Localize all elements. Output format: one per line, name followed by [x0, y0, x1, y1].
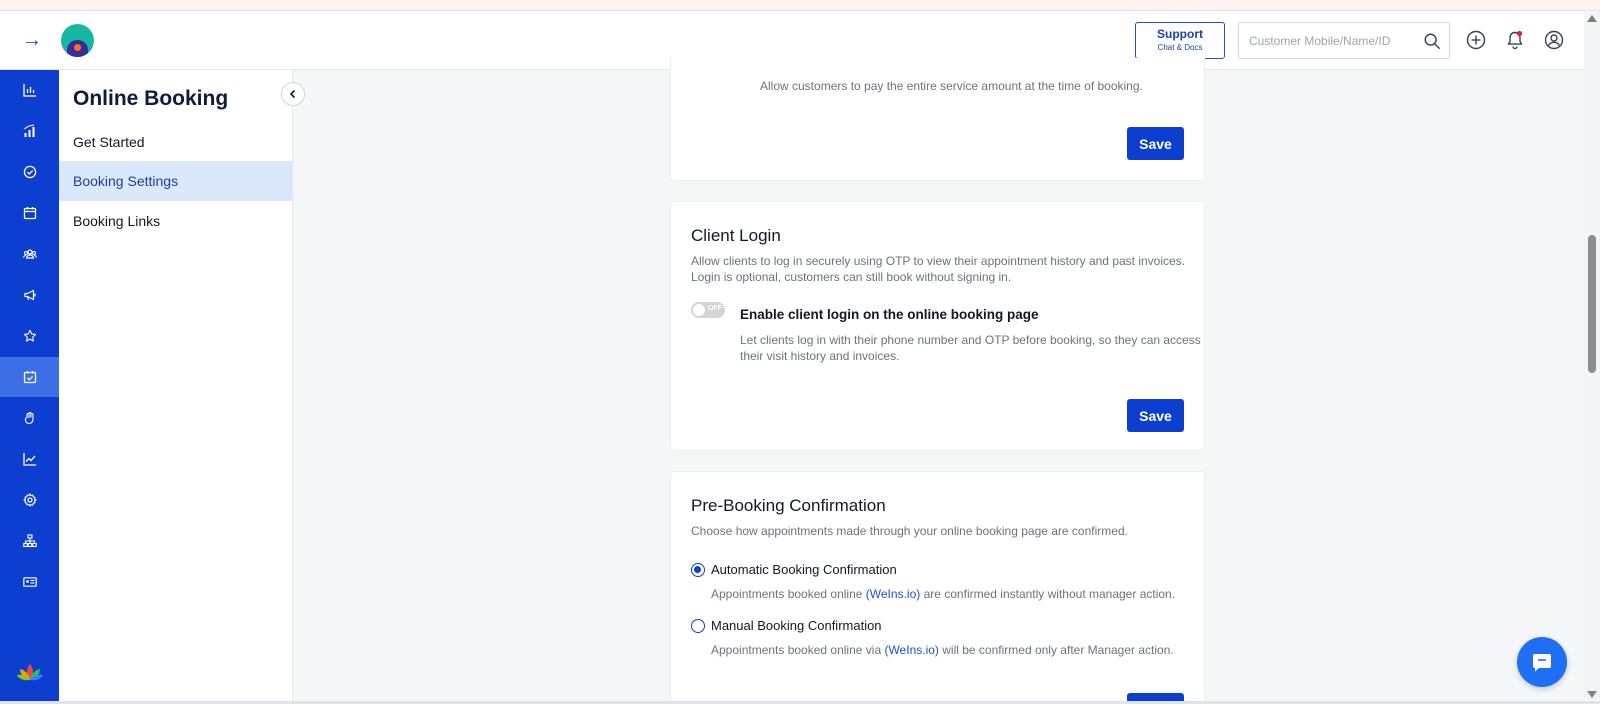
client-login-toggle-desc-line2: their visit history and invoices. — [740, 349, 900, 363]
pre-booking-description: Choose how appointments made through you… — [691, 524, 1128, 538]
rail-item-settings[interactable] — [0, 480, 59, 520]
gear-icon — [22, 493, 37, 507]
rail-item-reviews[interactable] — [0, 316, 59, 356]
rail-item-customers[interactable] — [0, 234, 59, 274]
manual-confirmation-radio[interactable] — [691, 619, 705, 633]
scroll-up-arrow-icon[interactable] — [1587, 15, 1597, 22]
client-login-toggle-label: Enable client login on the online bookin… — [740, 307, 1039, 322]
collapse-sidebar-button[interactable] — [281, 82, 305, 106]
client-login-toggle[interactable]: OFF — [691, 302, 725, 318]
client-login-toggle-desc-line1: Let clients log in with their phone numb… — [740, 333, 1201, 347]
scroll-thumb[interactable] — [1588, 235, 1596, 373]
id-card-icon — [22, 577, 37, 587]
rail-item-tasks[interactable] — [0, 152, 59, 192]
rail-item-organization[interactable] — [0, 521, 59, 561]
subnav-title: Online Booking — [73, 87, 229, 110]
support-subtitle: Chat & Docs — [1157, 43, 1203, 52]
rail-item-reports[interactable] — [0, 439, 59, 479]
subnav-item-booking-links[interactable]: Booking Links — [59, 201, 293, 241]
rail-item-staff[interactable] — [0, 562, 59, 602]
signal-bars-icon — [23, 124, 34, 137]
add-icon[interactable] — [1465, 29, 1487, 51]
customer-search-input[interactable] — [1249, 32, 1419, 50]
subnav-item-booking-settings[interactable]: Booking Settings — [59, 161, 293, 201]
rail-item-calendar[interactable] — [0, 193, 59, 233]
payment-description: Allow customers to pay the entire servic… — [760, 79, 1143, 93]
hand-icon — [24, 411, 34, 425]
hierarchy-icon — [22, 534, 37, 548]
client-login-title: Client Login — [691, 226, 781, 245]
client-login-description-line2: Login is optional, customers can still b… — [691, 270, 1012, 284]
star-icon — [23, 329, 36, 342]
weins-link[interactable]: (WeIns.io) — [884, 643, 938, 657]
chat-bubble-icon — [1533, 654, 1551, 672]
rail-item-dashboard[interactable] — [0, 70, 59, 110]
chevron-left-icon — [289, 89, 296, 99]
expand-arrow-icon[interactable]: → — [22, 29, 44, 51]
automatic-confirmation-label[interactable]: Automatic Booking Confirmation — [711, 562, 897, 577]
manual-confirmation-desc: Appointments booked online via (WeIns.io… — [711, 643, 1174, 657]
support-button[interactable]: Support Chat & Docs — [1135, 22, 1225, 59]
payment-settings-card: Allow customers to pay the entire servic… — [670, 58, 1205, 181]
weins-link[interactable]: (WeIns.io) — [866, 587, 920, 601]
page-scrollbar[interactable] — [1584, 11, 1600, 704]
pre-booking-title: Pre-Booking Confirmation — [691, 496, 886, 515]
user-account-icon[interactable] — [1543, 29, 1565, 51]
scroll-down-arrow-icon[interactable] — [1587, 691, 1597, 698]
save-client-login-button[interactable]: Save — [1127, 399, 1184, 432]
rail-item-online-booking[interactable] — [0, 357, 59, 397]
rail-item-services[interactable] — [0, 398, 59, 438]
notification-bell-icon[interactable] — [1504, 29, 1526, 51]
calendar-check-icon — [23, 371, 36, 384]
automatic-confirmation-radio[interactable] — [691, 563, 705, 577]
bar-chart-icon — [22, 84, 36, 97]
check-circle-icon — [23, 165, 36, 179]
megaphone-icon — [23, 289, 36, 301]
rail-item-analytics[interactable] — [0, 111, 59, 151]
users-group-icon — [22, 249, 37, 259]
brand-flower-icon — [17, 664, 43, 681]
app-logo[interactable] — [61, 24, 94, 57]
toggle-state-label: OFF — [708, 305, 722, 312]
save-payment-button[interactable]: Save — [1127, 127, 1184, 160]
support-title: Support — [1157, 27, 1203, 41]
search-icon[interactable] — [1423, 32, 1441, 50]
online-booking-subnav: Online Booking Get Started Booking Setti… — [59, 70, 305, 704]
chat-support-button[interactable] — [1517, 637, 1567, 687]
client-login-card: Client Login Allow clients to log in sec… — [670, 201, 1205, 451]
sidebar-rail — [0, 70, 59, 704]
pre-booking-confirmation-card: Pre-Booking Confirmation Choose how appo… — [670, 471, 1205, 704]
toggle-knob — [693, 304, 705, 316]
automatic-confirmation-desc: Appointments booked online (WeIns.io) ar… — [711, 587, 1176, 601]
manual-confirmation-label[interactable]: Manual Booking Confirmation — [711, 618, 882, 633]
client-login-description-line1: Allow clients to log in securely using O… — [691, 254, 1186, 268]
subnav-item-get-started[interactable]: Get Started — [59, 122, 293, 162]
trend-chart-icon — [22, 453, 36, 466]
top-strip — [0, 0, 1600, 11]
rail-item-marketing[interactable] — [0, 275, 59, 315]
customer-search — [1238, 22, 1450, 59]
calendar-icon — [23, 207, 36, 220]
